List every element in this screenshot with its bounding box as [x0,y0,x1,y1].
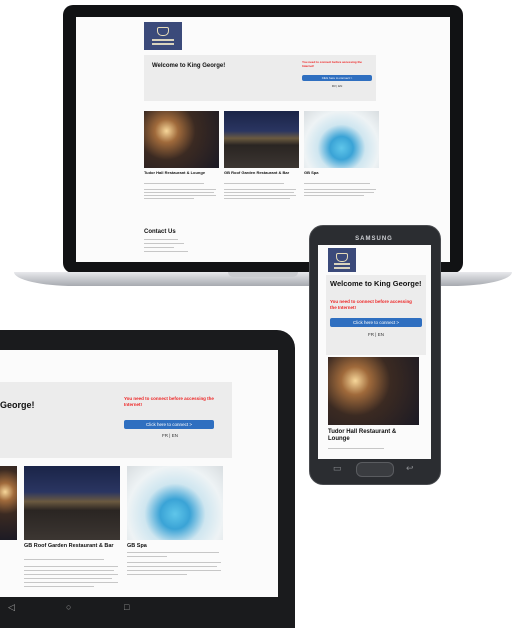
contact-heading: Contact Us [144,229,176,235]
card-title-restaurant[interactable]: Tudor Hall Restaurant & Lounge [328,429,419,443]
phone-brand-label: SAMSUNG [355,236,393,242]
connect-button[interactable]: Click here to connect > [302,75,372,81]
connect-button[interactable]: Click here to connect > [124,420,214,429]
card-title-spa[interactable]: GB Spa [304,170,374,176]
phone-home-button[interactable] [356,462,394,477]
language-switch[interactable]: FR | EN [160,433,180,438]
hotel-logo [144,22,182,50]
welcome-title: Welcome to King George! [152,63,226,69]
phone-recents-icon[interactable]: ▭ [333,464,342,473]
welcome-banner: George! You need to connect before acces… [0,382,232,458]
spa-photo [127,466,223,540]
phone-back-icon[interactable]: ↩ [406,464,414,473]
recents-icon[interactable]: □ [124,603,129,612]
language-switch[interactable]: FR | EN [366,332,386,337]
roof-garden-photo [24,466,120,540]
welcome-banner: Welcome to King George! You need to conn… [144,55,376,101]
hotel-logo [328,248,356,272]
card-description [24,559,120,595]
welcome-title: George! [0,400,35,410]
phone-screen: Welcome to King George! You need to conn… [318,245,431,459]
connect-button[interactable]: Click here to connect > [330,318,422,327]
roof-garden-photo [224,111,299,168]
laptop-hinge-notch [228,272,298,277]
connect-warning: You need to connect before accessing the… [330,299,412,310]
language-switch[interactable]: FR | EN [329,84,345,88]
back-icon[interactable]: ◁ [8,603,15,612]
spa-photo [304,111,379,168]
connect-warning: You need to connect before accessing the… [124,396,214,407]
contact-details [144,239,204,257]
home-icon[interactable]: ○ [66,603,71,612]
restaurant-photo [0,466,17,540]
card-description [127,546,223,586]
card-description [224,183,299,203]
welcome-banner: Welcome to King George! You need to conn… [326,275,426,355]
card-title-roof-garden[interactable]: GB Roof Garden Restaurant & Bar [224,170,299,176]
tablet-navigation-bar: ◁ ○ □ [0,597,278,619]
card-description [304,183,379,203]
card-description [144,183,219,203]
welcome-title: Welcome to King George! [330,279,422,288]
crest-icon [336,253,348,262]
tablet-screen: George! You need to connect before acces… [0,350,278,597]
card-title-roof-garden[interactable]: GB Roof Garden Restaurant & Bar [24,543,120,549]
card-description [328,448,419,454]
crest-icon [157,27,169,36]
restaurant-photo [328,357,419,425]
restaurant-photo [144,111,219,168]
connect-warning: You need to connect before accessing the… [302,60,362,68]
card-title-restaurant[interactable]: Tudor Hall Restaurant & Lounge [144,170,214,176]
